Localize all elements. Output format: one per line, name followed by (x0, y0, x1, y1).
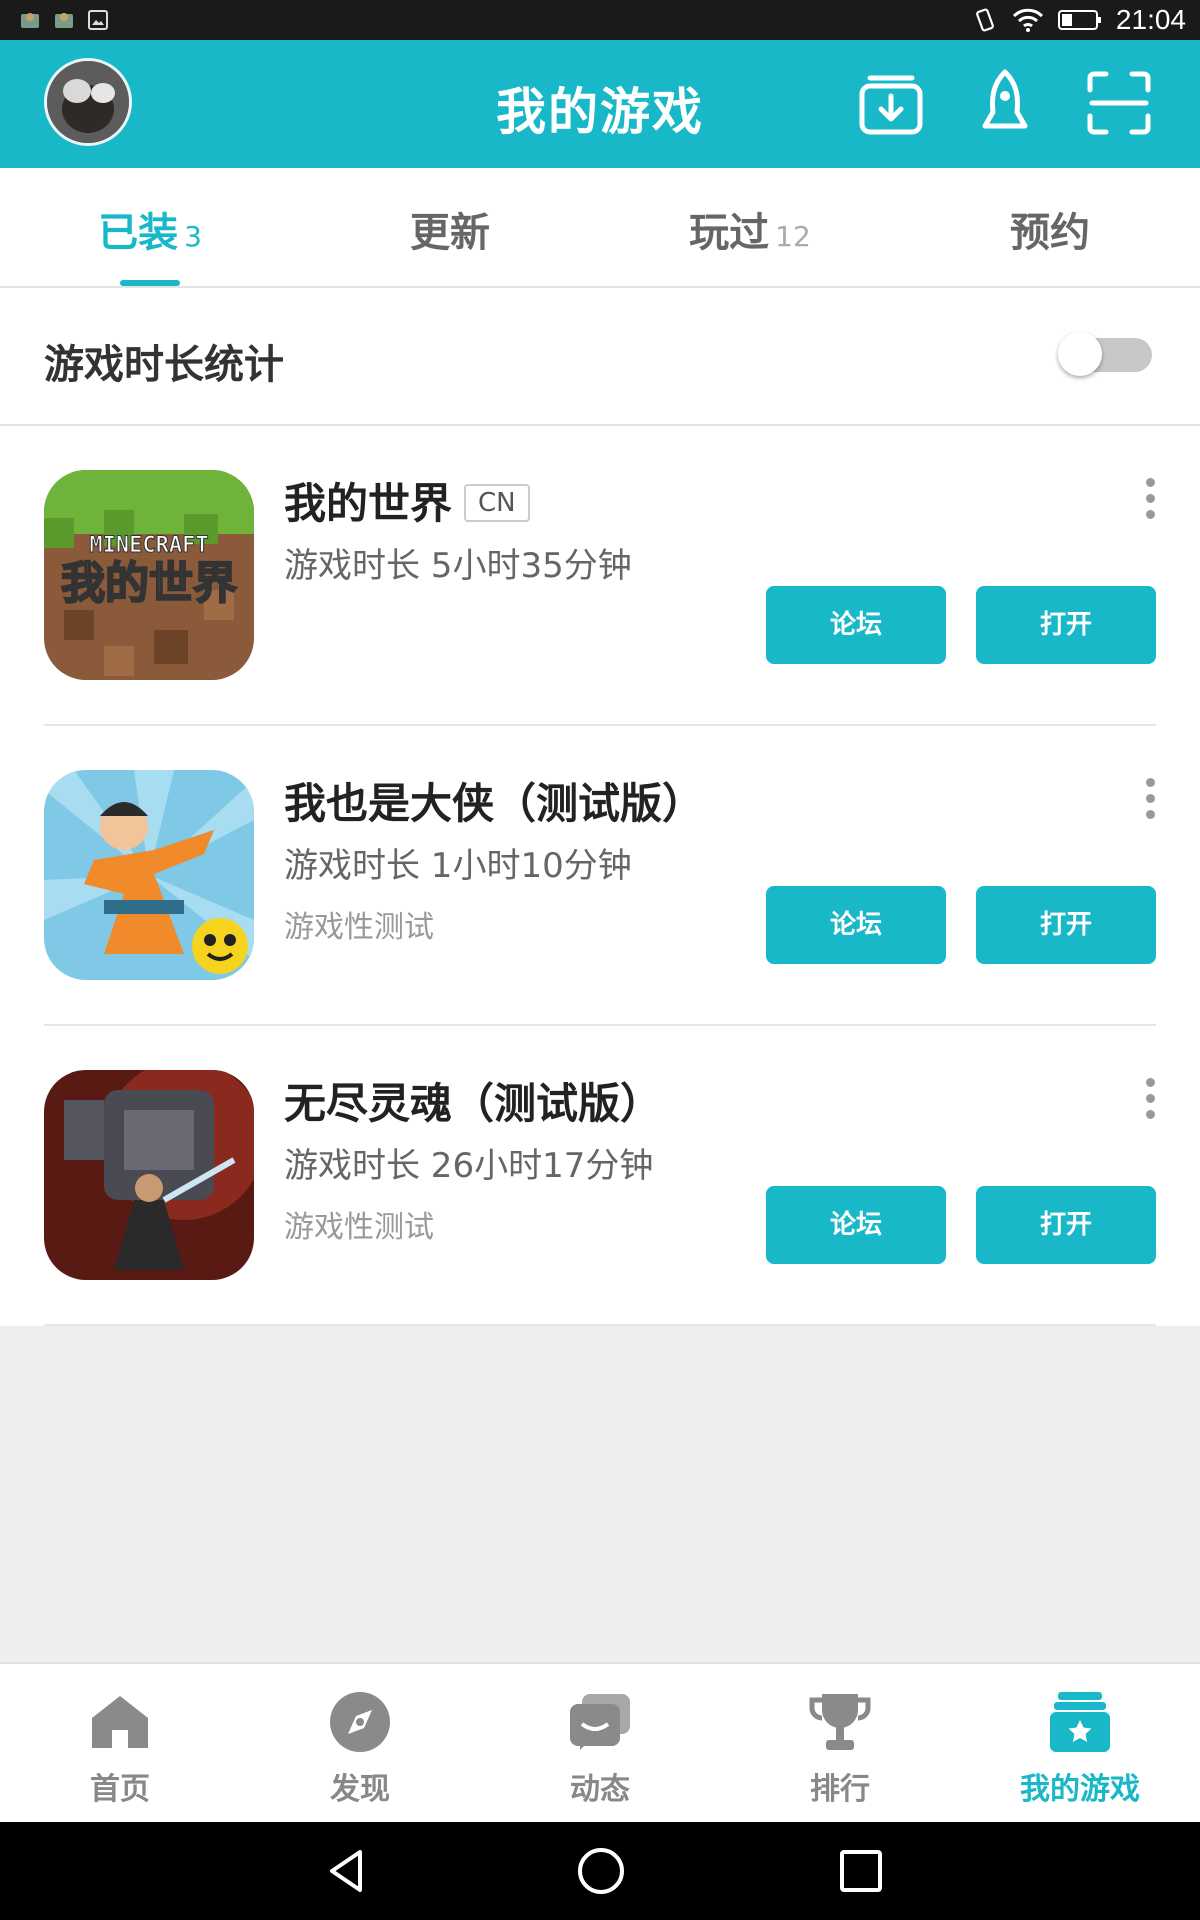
game-playtime: 游戏时长 26小时17分钟 (284, 1146, 654, 1186)
game-title: 我的世界 CN (284, 470, 530, 531)
download-icon[interactable] (856, 68, 926, 138)
nav-home[interactable]: 首页 (0, 1664, 240, 1824)
game-title: 我也是大侠（测试版） (284, 779, 705, 828)
tab-label: 更新 (410, 210, 490, 256)
forum-button[interactable]: 论坛 (766, 586, 946, 664)
toggle-knob (1058, 332, 1102, 376)
more-options-icon[interactable] (1144, 778, 1156, 822)
home-icon (92, 1696, 148, 1748)
notification-app-icon (21, 13, 39, 28)
rocket-icon[interactable] (970, 68, 1040, 138)
list-item[interactable]: 我也是大侠（测试版） 游戏时长 1小时10分钟 游戏性测试 论坛 打开 (0, 726, 1200, 1026)
vibrate-icon (976, 8, 994, 32)
nav-label: 发现 (330, 1772, 390, 1807)
nav-my-games[interactable]: 我的游戏 (960, 1664, 1200, 1824)
system-nav-bar (0, 1822, 1200, 1920)
battery-icon (1057, 10, 1101, 30)
nav-ranking[interactable]: 排行 (720, 1664, 960, 1824)
status-bar: 21:04 (0, 0, 1200, 40)
game-playtime: 游戏时长 1小时10分钟 (284, 846, 632, 886)
recents-icon[interactable] (836, 1846, 886, 1896)
forum-button[interactable]: 论坛 (766, 1186, 946, 1264)
tab-label: 预约 (1010, 210, 1090, 256)
scan-icon[interactable] (1084, 68, 1154, 138)
my-games-icon (1050, 1692, 1110, 1752)
tab-reserved[interactable]: 预约 (900, 200, 1200, 258)
tab-played[interactable]: 玩过 12 (600, 200, 900, 258)
back-icon[interactable] (322, 1846, 372, 1896)
tab-label: 已装 (98, 210, 179, 256)
game-title: 无尽灵魂（测试版） (284, 1079, 663, 1128)
minecraft-logo-top: MINECRAFT (89, 533, 208, 558)
tab-count: 3 (184, 220, 202, 253)
game-list: MINECRAFT 我的世界 我的世界 CN 游戏时长 5小时35分钟 论坛 打开 (0, 426, 1200, 1326)
list-item[interactable]: MINECRAFT 我的世界 我的世界 CN 游戏时长 5小时35分钟 论坛 打开 (0, 426, 1200, 726)
tab-label: 玩过 (689, 210, 770, 256)
wifi-icon (1012, 8, 1043, 32)
minecraft-logo-bottom: 我的世界 (61, 558, 237, 609)
region-tag: CN (464, 483, 530, 522)
nav-discover[interactable]: 发现 (240, 1664, 480, 1824)
tab-bar: 已装 3 更新 玩过 12 预约 (0, 168, 1200, 288)
nav-label: 我的游戏 (1020, 1772, 1140, 1807)
forum-button[interactable]: 论坛 (766, 886, 946, 964)
minecraft-game-icon[interactable]: MINECRAFT 我的世界 (44, 470, 254, 680)
endless-souls-game-icon[interactable] (44, 1070, 254, 1280)
open-button[interactable]: 打开 (976, 586, 1156, 664)
game-name: 我的世界 (284, 479, 453, 528)
playtime-stats-label: 游戏时长统计 (44, 342, 284, 388)
playtime-stats-row: 游戏时长统计 (0, 288, 1200, 426)
tab-installed[interactable]: 已装 3 (0, 200, 300, 258)
home-circle-icon[interactable] (576, 1846, 626, 1896)
open-button[interactable]: 打开 (976, 886, 1156, 964)
more-options-icon[interactable] (1144, 1078, 1156, 1122)
tab-updates[interactable]: 更新 (300, 200, 600, 258)
more-options-icon[interactable] (1144, 478, 1156, 522)
open-button[interactable]: 打开 (976, 1186, 1156, 1264)
game-note: 游戏性测试 (284, 1210, 434, 1245)
game-note: 游戏性测试 (284, 910, 434, 945)
nav-label: 首页 (90, 1772, 150, 1807)
trophy-icon (809, 1694, 871, 1750)
notification-app-icon (55, 13, 73, 28)
image-notification-icon (88, 10, 108, 30)
list-item[interactable]: 无尽灵魂（测试版） 游戏时长 26小时17分钟 游戏性测试 论坛 打开 (0, 1026, 1200, 1326)
clock: 21:04 (1115, 4, 1186, 35)
app-header: 我的游戏 (0, 40, 1200, 168)
divider (44, 1324, 1156, 1326)
game-playtime: 游戏时长 5小时35分钟 (284, 546, 632, 586)
tab-count: 12 (775, 220, 811, 253)
nav-feed[interactable]: 动态 (480, 1664, 720, 1824)
tab-indicator (120, 280, 180, 286)
wuxia-game-icon[interactable] (44, 770, 254, 980)
nav-label: 排行 (810, 1772, 870, 1807)
nav-label: 动态 (570, 1772, 630, 1807)
playtime-stats-toggle[interactable] (1058, 332, 1152, 376)
chat-icon (570, 1694, 630, 1750)
bottom-nav: 首页 发现 动态 排行 我的游戏 (0, 1662, 1200, 1824)
compass-icon (330, 1692, 390, 1752)
